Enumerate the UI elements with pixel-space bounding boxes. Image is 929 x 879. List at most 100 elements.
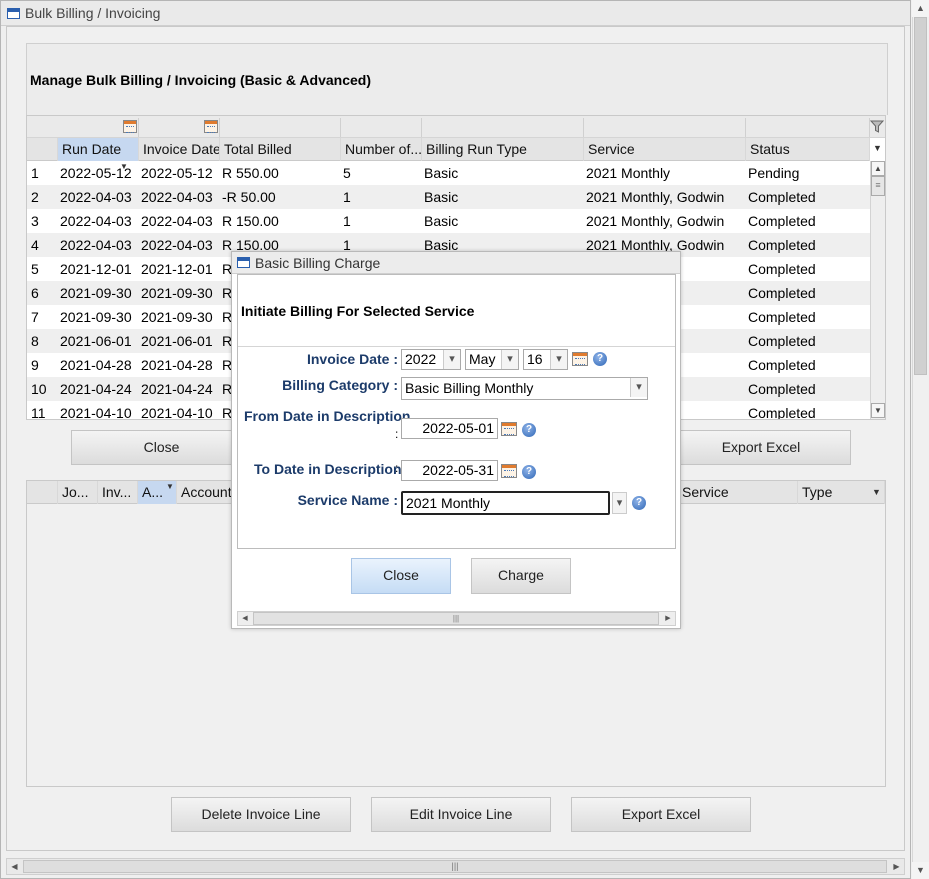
export-excel-lines-button[interactable]: Export Excel — [571, 797, 751, 832]
help-icon[interactable]: ? — [522, 423, 536, 437]
grid-filter-row — [27, 116, 885, 138]
help-icon[interactable]: ? — [593, 352, 607, 366]
calendar-icon[interactable] — [204, 120, 218, 133]
service-name-input[interactable]: 2021 Monthly — [401, 491, 610, 515]
table-cell: 2022-05-12 — [60, 165, 132, 181]
help-icon[interactable]: ? — [632, 496, 646, 510]
grid-vscrollbar[interactable]: ▲ ≡ ▼ — [870, 161, 885, 419]
from-date-colon: : — [395, 427, 399, 441]
dialog-hscroll-thumb[interactable]: ||| — [253, 612, 659, 625]
basic-billing-charge-dialog: Basic Billing Charge Initiate Billing Fo… — [231, 251, 681, 629]
dialog-close-button[interactable]: Close — [351, 558, 451, 594]
delete-invoice-line-button[interactable]: Delete Invoice Line — [171, 797, 351, 832]
invoice-month-select[interactable]: May — [465, 349, 519, 370]
main-hscroll-thumb[interactable]: ||| — [23, 860, 887, 873]
col-run-date[interactable]: Run Date — [58, 138, 139, 161]
table-cell: Pending — [748, 165, 800, 181]
table-row[interactable]: 2 2022-04-03 2022-04-03 -R 50.00 1 Basic 2021 … — [27, 185, 870, 209]
scroll-up-arrow[interactable]: ▲ — [871, 161, 885, 176]
invoice-date-label: Invoice Date : — [306, 351, 398, 367]
main-scroll-up-arrow[interactable]: ▲ — [912, 0, 929, 17]
edit-invoice-line-button[interactable]: Edit Invoice Line — [371, 797, 551, 832]
filter-cell-number[interactable] — [341, 118, 422, 137]
table-cell: R 550.00 — [222, 165, 279, 181]
table-cell: R 150.00 — [222, 213, 279, 229]
table-cell: 2 — [31, 189, 39, 205]
grid-header-row: Run Date ▼ Invoice Date Total Billed Num… — [27, 138, 870, 171]
table-cell: Completed — [748, 213, 816, 229]
table-cell: 2021-12-01 — [60, 261, 132, 277]
dialog-charge-button[interactable]: Charge — [471, 558, 571, 594]
table-cell: Completed — [748, 261, 816, 277]
filter-cell-service[interactable] — [584, 118, 746, 137]
help-icon[interactable]: ? — [522, 465, 536, 479]
table-row[interactable]: 1 2022-05-12 2022-05-12 R 550.00 5 Basic 2021 … — [27, 161, 870, 185]
col-invoice-date[interactable]: Invoice Date — [139, 138, 220, 161]
billing-category-select[interactable]: Basic Billing Monthly — [401, 377, 648, 400]
col-status[interactable]: Status — [746, 138, 870, 161]
dialog-hscrollbar[interactable]: ◀ ||| ▶ — [237, 611, 676, 626]
table-cell: 2021-06-01 — [141, 333, 213, 349]
col-service[interactable]: Service — [678, 481, 798, 504]
col-service[interactable]: Service — [584, 138, 746, 161]
main-hscroll-right-arrow[interactable]: ▶ — [889, 859, 904, 874]
invoice-day-select[interactable]: 16 — [523, 349, 568, 370]
invoice-year-select[interactable]: 2022 — [401, 349, 461, 370]
grid-scroll-thumb[interactable]: ≡ — [871, 176, 885, 196]
table-cell: Basic — [424, 189, 459, 205]
to-date-input[interactable]: 2022-05-31 — [401, 460, 498, 481]
col-invoice[interactable]: Inv... — [98, 481, 138, 504]
close-button[interactable]: Close — [71, 430, 252, 465]
calendar-icon[interactable] — [572, 352, 588, 366]
main-scroll-down-arrow[interactable]: ▼ — [912, 862, 929, 879]
service-name-dropdown[interactable]: ▾ — [612, 492, 627, 514]
col-number-of[interactable]: Number of... — [341, 138, 422, 161]
dialog-title-bar[interactable]: Basic Billing Charge — [232, 252, 680, 274]
col-job[interactable]: Jo... — [58, 481, 98, 504]
filter-cell-total[interactable] — [220, 118, 341, 137]
table-cell: 2022-04-03 — [60, 213, 132, 229]
table-cell: 2021-09-30 — [141, 309, 213, 325]
main-hscrollbar[interactable]: ◀ ||| ▶ — [6, 858, 905, 875]
dialog-subtitle: Initiate Billing For Selected Service — [241, 303, 475, 319]
table-cell: Completed — [748, 237, 816, 253]
dialog-hscroll-right-arrow[interactable]: ▶ — [661, 612, 675, 625]
table-cell: 2021-12-01 — [141, 261, 213, 277]
calendar-icon[interactable] — [123, 120, 137, 133]
col-billing-run-type[interactable]: Billing Run Type — [422, 138, 584, 161]
table-cell: 8 — [31, 333, 39, 349]
table-cell: Completed — [748, 189, 816, 205]
dialog-hscroll-left-arrow[interactable]: ◀ — [238, 612, 252, 625]
col-rownum — [27, 481, 58, 504]
calendar-icon[interactable] — [501, 464, 517, 478]
export-excel-button[interactable]: Export Excel — [671, 430, 851, 465]
filter-cell-status[interactable] — [746, 118, 870, 137]
filter-funnel-icon[interactable] — [870, 120, 884, 134]
table-cell: Completed — [748, 333, 816, 349]
col-total-billed[interactable]: Total Billed — [220, 138, 341, 161]
panel-title: Manage Bulk Billing / Invoicing (Basic &… — [30, 72, 371, 88]
main-hscroll-left-arrow[interactable]: ◀ — [7, 859, 22, 874]
column-menu-icon[interactable]: ▼ — [872, 487, 881, 497]
table-cell: Completed — [748, 381, 816, 397]
table-cell: 2021-06-01 — [60, 333, 132, 349]
scroll-down-arrow[interactable]: ▼ — [871, 403, 885, 418]
table-cell: 2021 Monthly, Godwin — [586, 189, 725, 205]
table-cell: 6 — [31, 285, 39, 301]
table-cell: 2021 Monthly, Godwin — [586, 213, 725, 229]
table-cell: 2021-04-10 — [141, 405, 213, 420]
table-cell: 1 — [31, 165, 39, 181]
column-menu-icon[interactable]: ▼ — [873, 143, 882, 153]
table-cell: 9 — [31, 357, 39, 373]
table-cell: 2021-04-28 — [141, 357, 213, 373]
table-cell: Completed — [748, 405, 816, 420]
table-cell: 3 — [31, 213, 39, 229]
filter-cell-run-type[interactable] — [422, 118, 584, 137]
table-cell: Basic — [424, 165, 459, 181]
from-date-input[interactable]: 2022-05-01 — [401, 418, 498, 439]
main-scroll-thumb[interactable] — [914, 17, 927, 375]
table-cell: Completed — [748, 309, 816, 325]
table-cell: 2022-05-12 — [141, 165, 213, 181]
calendar-icon[interactable] — [501, 422, 517, 436]
table-row[interactable]: 3 2022-04-03 2022-04-03 R 150.00 1 Basic 2021 … — [27, 209, 870, 233]
